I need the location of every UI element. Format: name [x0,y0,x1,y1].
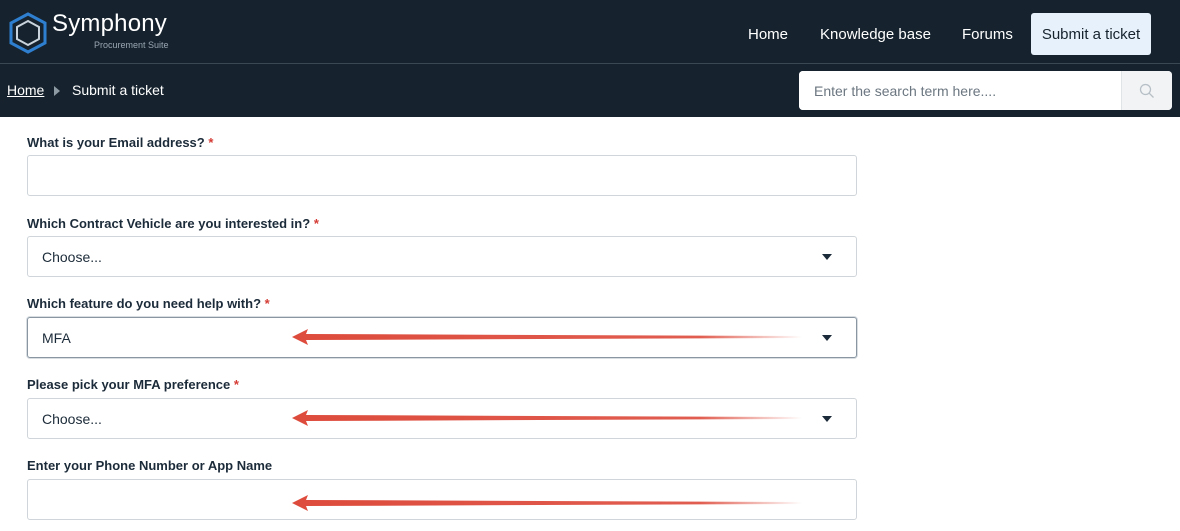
top-navigation: Symphony Procurement Suite Home Knowledg… [0,0,1180,64]
search-icon [1139,83,1154,98]
search-button[interactable] [1121,71,1172,110]
chevron-down-icon [822,335,832,341]
required-marker: * [313,216,319,231]
breadcrumb-separator-icon [54,86,60,96]
required-marker: * [233,377,239,392]
email-label: What is your Email address? * [27,135,214,150]
annotation-arrow-icon [292,410,802,426]
contract-vehicle-select[interactable]: Choose... [27,236,857,277]
submit-ticket-button[interactable]: Submit a ticket [1031,13,1151,55]
contract-vehicle-label: Which Contract Vehicle are you intereste… [27,216,319,231]
annotation-arrow-icon [292,329,802,345]
symphony-logo-icon[interactable] [8,12,48,54]
search-input[interactable] [799,71,1121,110]
feature-label: Which feature do you need help with? * [27,296,270,311]
breadcrumb-current: Submit a ticket [72,82,164,98]
mfa-preference-value: Choose... [42,411,102,427]
required-marker: * [264,296,270,311]
phone-or-app-label: Enter your Phone Number or App Name [27,458,273,473]
nav-home-link[interactable]: Home [748,26,788,43]
nav-forums-link[interactable]: Forums [962,26,1013,43]
nav-knowledge-base-link[interactable]: Knowledge base [820,26,931,43]
annotation-arrow-icon [292,495,802,511]
required-marker: * [208,135,214,150]
feature-value: MFA [42,330,71,346]
email-field[interactable] [27,155,857,196]
chevron-down-icon [822,416,832,422]
breadcrumb-home-link[interactable]: Home [7,82,44,98]
brand-name[interactable]: Symphony [52,10,167,38]
breadcrumb-bar: Home Submit a ticket [0,64,1180,117]
search-box [799,71,1172,110]
brand-tagline: Procurement Suite [94,40,169,50]
chevron-down-icon [822,254,832,260]
contract-vehicle-value: Choose... [42,249,102,265]
mfa-preference-label: Please pick your MFA preference * [27,377,239,392]
